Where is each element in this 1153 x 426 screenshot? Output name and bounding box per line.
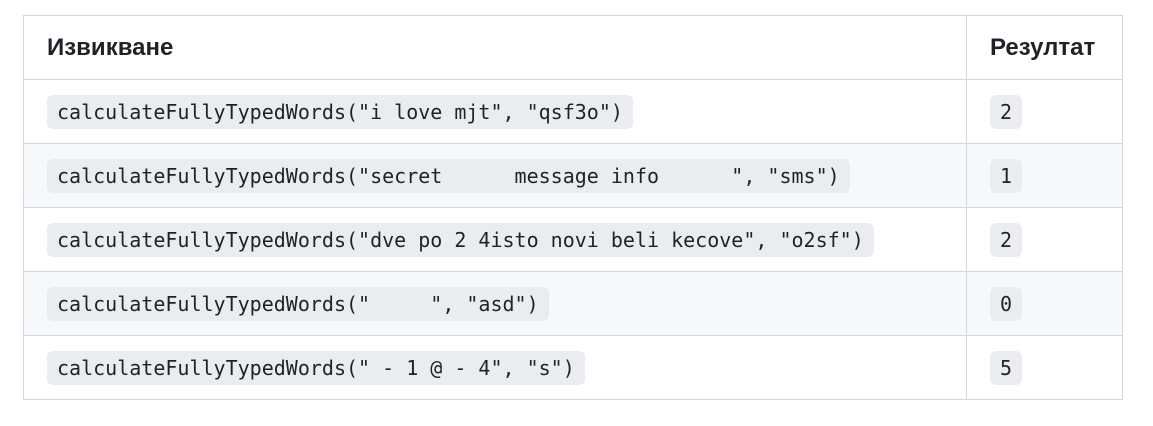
call-cell: calculateFullyTypedWords("dve po 2 4isto… xyxy=(23,207,967,272)
table-row: calculateFullyTypedWords("dve po 2 4isto… xyxy=(23,207,1123,272)
result-code: 2 xyxy=(990,94,1023,129)
table-row: calculateFullyTypedWords(" ", "asd") 0 xyxy=(23,271,1123,336)
result-cell: 2 xyxy=(966,79,1123,144)
call-cell: calculateFullyTypedWords(" ", "asd") xyxy=(23,271,967,336)
result-cell: 0 xyxy=(966,271,1123,336)
result-cell: 2 xyxy=(966,207,1123,272)
table-row: calculateFullyTypedWords(" - 1 @ - 4", "… xyxy=(23,335,1123,400)
call-cell: calculateFullyTypedWords(" - 1 @ - 4", "… xyxy=(23,335,967,400)
table-row: calculateFullyTypedWords("i love mjt", "… xyxy=(23,79,1123,144)
header-result: Резултат xyxy=(966,15,1123,80)
call-cell: calculateFullyTypedWords("i love mjt", "… xyxy=(23,79,967,144)
call-code: calculateFullyTypedWords("i love mjt", "… xyxy=(47,94,633,129)
result-code: 2 xyxy=(990,222,1023,257)
result-cell: 1 xyxy=(966,143,1123,208)
call-code: calculateFullyTypedWords("dve po 2 4isto… xyxy=(47,222,874,257)
call-code: calculateFullyTypedWords("secret message… xyxy=(47,158,850,193)
result-cell: 5 xyxy=(966,335,1123,400)
examples-table: Извикване Резултат calculateFullyTypedWo… xyxy=(23,15,1123,400)
result-code: 0 xyxy=(990,286,1023,321)
header-call: Извикване xyxy=(23,15,967,80)
call-cell: calculateFullyTypedWords("secret message… xyxy=(23,143,967,208)
result-code: 1 xyxy=(990,158,1023,193)
call-code: calculateFullyTypedWords(" ", "asd") xyxy=(47,286,549,321)
table-row: calculateFullyTypedWords("secret message… xyxy=(23,143,1123,208)
result-code: 5 xyxy=(990,350,1023,385)
call-code: calculateFullyTypedWords(" - 1 @ - 4", "… xyxy=(47,350,585,385)
header-row: Извикване Резултат xyxy=(23,15,1123,80)
